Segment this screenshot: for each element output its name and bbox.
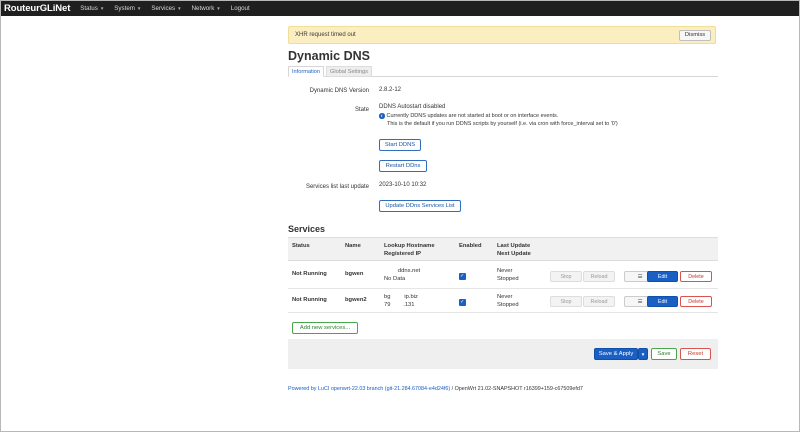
page-title: Dynamic DNS	[288, 49, 370, 63]
powered-by-footer: Powered by LuCI openwrt-22.03 branch (gi…	[288, 386, 583, 392]
row-registered-ip: No Data	[384, 276, 406, 282]
xhr-timeout-alert: XHR request timed out Dismiss	[288, 26, 716, 44]
services-update-value: 2023-10-10 10:32	[379, 182, 427, 188]
edit-button[interactable]: Edit	[647, 271, 678, 282]
chevron-down-icon[interactable]: ▼	[638, 348, 648, 360]
row-next-update: Stopped	[497, 302, 519, 308]
tab-global-settings[interactable]: Global Settings	[325, 66, 372, 77]
version-value: 2.8.2-12	[379, 87, 402, 93]
header-status: Status	[292, 243, 310, 249]
row-status: Not Running	[292, 297, 327, 303]
save-apply-button[interactable]: Save & Apply	[594, 348, 638, 360]
state-note-line-2: This is the default if you run DDNS scri…	[387, 120, 618, 127]
info-icon: i	[379, 113, 385, 119]
services-table-header: Status Name Lookup Hostname Registered I…	[288, 237, 718, 261]
enabled-checkbox[interactable]: ✓	[459, 273, 466, 280]
delete-button[interactable]: Delete	[680, 296, 712, 307]
state-label: State	[354, 107, 369, 113]
table-row: Not Running bgwen2 bg ip.biz 79 .131 ✓ N…	[288, 289, 718, 313]
menu-status-label: Status	[80, 5, 98, 12]
menu-network-label: Network	[191, 5, 215, 12]
delete-button[interactable]: Delete	[680, 271, 712, 282]
update-services-list-button[interactable]: Update DDns Services List	[379, 200, 461, 212]
restart-ddns-button[interactable]: Restart DDns	[379, 160, 427, 172]
services-update-label: Services list last update	[305, 184, 369, 190]
form-actions-bar: Save & Apply ▼ Save Reset	[288, 339, 718, 369]
header-enabled: Enabled	[459, 243, 482, 249]
add-new-services-button[interactable]: Add new services...	[292, 322, 358, 334]
reload-button[interactable]: Reload	[583, 296, 615, 307]
brand-logo[interactable]: RouteurGLiNet	[1, 3, 70, 14]
row-hostname: ddns.net	[384, 268, 421, 274]
enabled-checkbox[interactable]: ✓	[459, 299, 466, 306]
header-registered-ip: Registered IP	[384, 251, 422, 257]
state-value: DDNS Autostart disabled	[379, 104, 446, 110]
table-row: Not Running bgwen ddns.net No Data ✓ Nev…	[288, 265, 718, 289]
row-name: bgwen2	[345, 297, 367, 303]
chevron-down-icon: ▼	[99, 6, 105, 11]
menu-services[interactable]: Services ▼	[151, 5, 181, 12]
chevron-down-icon: ▼	[136, 6, 142, 11]
stop-button[interactable]: Stop	[550, 271, 582, 282]
row-last-update: Never	[497, 294, 513, 300]
menu-logout[interactable]: Logout	[231, 5, 250, 12]
menu-network[interactable]: Network ▼	[192, 5, 221, 12]
reset-button[interactable]: Reset	[680, 348, 711, 360]
save-button[interactable]: Save	[651, 348, 677, 360]
tab-information[interactable]: Information	[288, 66, 324, 77]
state-note: i Currently DDNS updates are not started …	[379, 113, 618, 128]
dismiss-button[interactable]: Dismiss	[679, 29, 711, 41]
header-last-update: Last Update	[497, 243, 531, 249]
header-next-update: Next Update	[497, 251, 531, 257]
chevron-down-icon: ▼	[177, 6, 182, 11]
state-note-line-1: Currently DDNS updates are not started a…	[386, 113, 559, 120]
menu-system-label: System	[114, 5, 135, 12]
reload-button[interactable]: Reload	[583, 271, 615, 282]
row-last-update: Never	[497, 268, 513, 274]
start-ddns-button[interactable]: Start DDNS	[379, 139, 421, 151]
version-label: Dynamic DNS Version	[309, 88, 369, 94]
header-lookup-hostname: Lookup Hostname	[384, 243, 435, 249]
top-navbar: RouteurGLiNet Status ▼ System ▼ Services ▼ …	[1, 1, 799, 16]
menu-status[interactable]: Status ▼	[80, 5, 104, 12]
menu-services-label: Services	[151, 5, 176, 12]
alert-message: XHR request timed out	[295, 32, 356, 38]
row-registered-ip: 79 .131	[384, 302, 415, 308]
luci-link[interactable]: Powered by LuCI openwrt-22.03 branch (gi…	[288, 386, 450, 392]
row-name: bgwen	[345, 271, 364, 277]
edit-button[interactable]: Edit	[647, 296, 678, 307]
row-status: Not Running	[292, 271, 327, 277]
row-next-update: Stopped	[497, 276, 519, 282]
main-menu: Status ▼ System ▼ Services ▼ Network ▼ Logou…	[80, 5, 259, 12]
header-name: Name	[345, 243, 361, 249]
services-title: Services	[288, 224, 326, 234]
row-hostname: bg ip.biz	[384, 294, 418, 300]
stop-button[interactable]: Stop	[550, 296, 582, 307]
menu-system[interactable]: System ▼	[114, 5, 141, 12]
tab-bar: Information Global Settings	[288, 66, 718, 77]
chevron-down-icon: ▼	[216, 6, 221, 11]
openwrt-version: / OpenWrt 21.02-SNAPSHOT r16399+159-c675…	[450, 386, 583, 392]
